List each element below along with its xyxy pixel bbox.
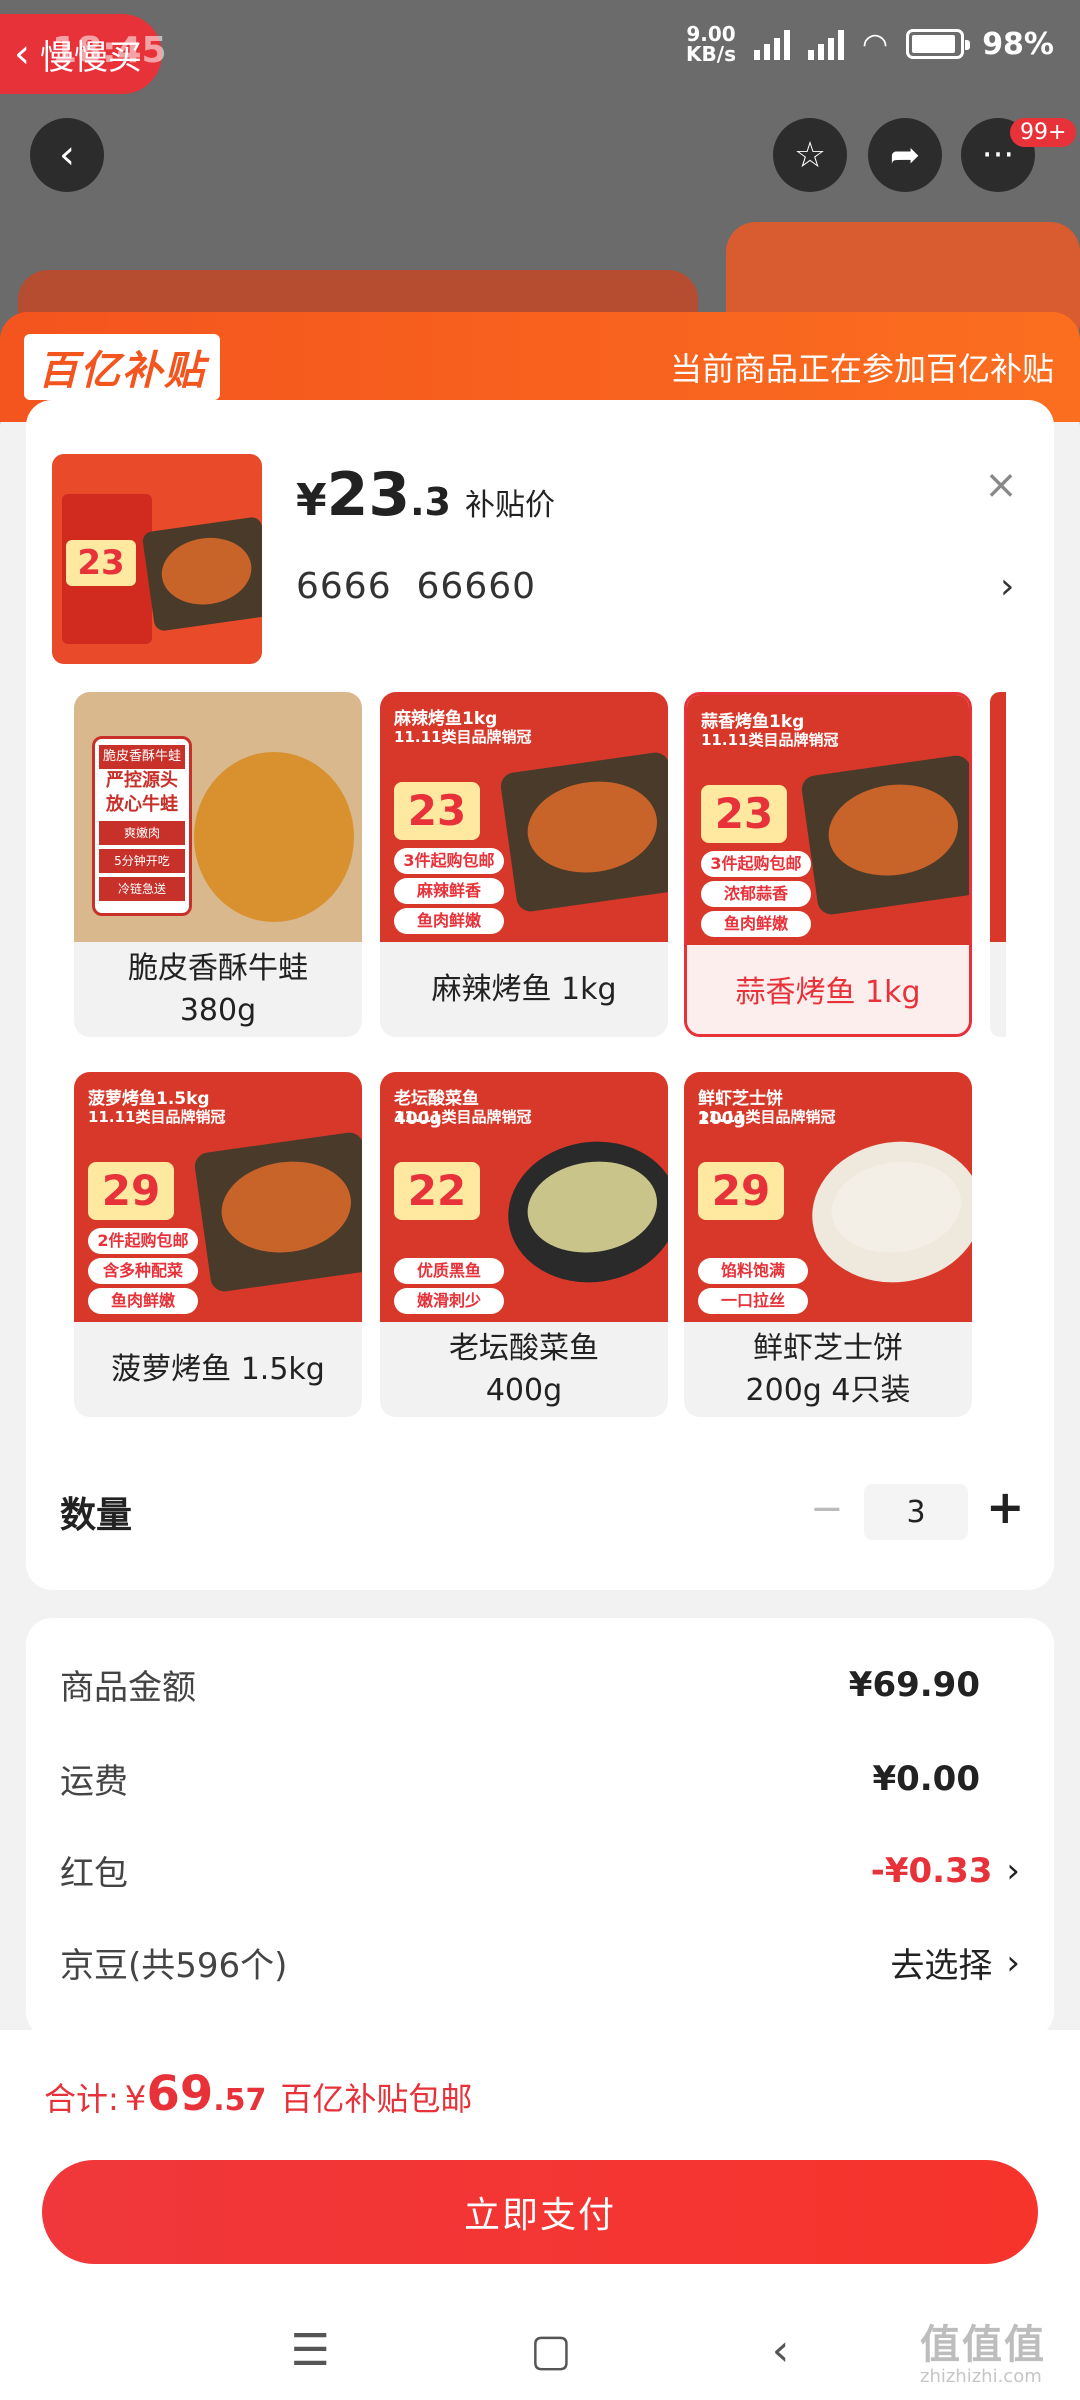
variant-option[interactable]: 鲜虾芝士饼200g 11.11类目品牌销冠 29 馅料饱满 一口拉丝 鲜虾芝士饼… xyxy=(684,1072,972,1417)
share-button[interactable]: ➦ xyxy=(868,118,942,192)
signal-icon xyxy=(808,28,844,60)
total-decimal: .57 xyxy=(213,2083,267,2118)
close-icon: × xyxy=(984,462,1018,508)
quantity-label: 数量 xyxy=(60,1495,133,1536)
wifi-icon: ◠ xyxy=(862,26,889,62)
signal-icon xyxy=(754,28,790,60)
variant-image: 麻辣烤鱼1kg 11.11类目品牌销冠 23 3件起购包邮 麻辣鲜香 鱼肉鲜嫩 xyxy=(380,692,668,942)
variant-label: 蒜香烤鱼 1kg xyxy=(735,974,921,1010)
favorite-button[interactable]: ☆ xyxy=(773,118,847,192)
total-label: 合计: xyxy=(44,2080,119,2118)
subsidy-notice: 当前商品正在参加百亿补贴 xyxy=(669,350,1054,388)
fee-label: 京豆(共596个) xyxy=(60,1946,288,1986)
fee-label: 红包 xyxy=(60,1854,128,1894)
chevron-right-icon: › xyxy=(1006,1942,1020,1983)
variant-option-selected[interactable]: 蒜香烤鱼1kg 11.11类目品牌销冠 23 3件起购包邮 浓郁蒜香 鱼肉鲜嫩 … xyxy=(684,692,972,1037)
variant-label: 菠萝烤鱼 1.5kg xyxy=(111,1351,325,1387)
fee-row-redpacket[interactable]: 红包 -¥0.33 › xyxy=(60,1846,1020,1895)
fee-row-goods: 商品金额 ¥69.90 xyxy=(60,1660,1020,1709)
net-speed: 9.00 KB/s xyxy=(686,22,736,66)
variant-label: 老坛酸菜鱼 400g xyxy=(449,1330,599,1408)
system-nav-bar: ☰ ▢ ‹ xyxy=(0,2300,1080,2400)
more-icon: ··· xyxy=(981,135,1015,175)
watermark-url: zhizhizhi.com xyxy=(920,2366,1042,2387)
fee-row-jingdou[interactable]: 京豆(共596个) 去选择 › xyxy=(60,1938,1020,1987)
price-line: ¥ 23 .3 补贴价 xyxy=(296,460,555,530)
subsidy-logo: 百亿补贴 xyxy=(24,334,220,400)
price-integer: 23 xyxy=(326,460,411,530)
variant-option[interactable]: 脆皮香酥牛蛙 严控源头 放心牛蛙 爽嫩肉 5分钟开吃 冷链急送 脆皮香酥牛蛙 38… xyxy=(74,692,362,1037)
quantity-increase-button[interactable]: + xyxy=(986,1480,1025,1534)
chevron-right-icon[interactable]: › xyxy=(1000,566,1014,607)
fee-label: 运费 xyxy=(60,1762,128,1802)
fee-label: 商品金额 xyxy=(60,1668,196,1708)
quantity-input[interactable]: 3 xyxy=(864,1484,968,1540)
pay-now-button[interactable]: 立即支付 xyxy=(42,2160,1038,2264)
battery-level: 98% xyxy=(982,26,1054,62)
variant-label: 鲜虾芝士饼 200g 4只装 xyxy=(745,1330,911,1408)
total-integer: 69 xyxy=(146,2066,214,2122)
fee-row-shipping: 运费 ¥0.00 xyxy=(60,1754,1020,1803)
status-time: 18:45 xyxy=(52,30,167,71)
chevron-right-icon: › xyxy=(1006,1850,1020,1891)
price-symbol: ¥ xyxy=(296,475,327,526)
close-button[interactable]: × xyxy=(976,460,1026,510)
chevron-left-icon: ‹ xyxy=(14,31,30,77)
message-badge: 99+ xyxy=(1010,118,1077,147)
variant-image: 菠萝烤鱼1.5kg 11.11类目品牌销冠 29 2件起购包邮 含多种配菜 鱼肉… xyxy=(74,1072,362,1322)
thumb-price: 23 xyxy=(66,540,136,586)
fee-value: ¥69.90 xyxy=(848,1664,980,1705)
back-icon[interactable]: ‹ xyxy=(772,2325,790,2376)
status-icons: 9.00 KB/s ◠ 98% xyxy=(686,24,1054,64)
fee-value: -¥0.33 xyxy=(870,1850,993,1891)
back-button[interactable]: ‹ xyxy=(30,118,104,192)
watermark: 值值值 xyxy=(920,2322,1046,2368)
variant-image: 蒜香烤鱼1kg 11.11类目品牌销冠 23 3件起购包邮 浓郁蒜香 鱼肉鲜嫩 xyxy=(687,695,969,945)
price-decimal: .3 xyxy=(410,480,452,524)
total-symbol: ¥ xyxy=(124,2079,147,2119)
variant-option-partial[interactable] xyxy=(990,692,1006,1037)
share-icon: ➦ xyxy=(889,134,921,176)
home-icon[interactable]: ▢ xyxy=(530,2325,572,2376)
total-note: 百亿补贴包邮 xyxy=(280,2080,473,2118)
battery-icon xyxy=(906,29,971,59)
fee-value: 去选择 xyxy=(890,1946,993,1986)
chevron-left-icon: ‹ xyxy=(59,132,75,178)
variant-option[interactable]: 菠萝烤鱼1.5kg 11.11类目品牌销冠 29 2件起购包邮 含多种配菜 鱼肉… xyxy=(74,1072,362,1417)
variant-image: 鲜虾芝士饼200g 11.11类目品牌销冠 29 馅料饱满 一口拉丝 xyxy=(684,1072,972,1322)
star-icon: ☆ xyxy=(793,134,827,176)
variant-image: 老坛酸菜鱼400g 11.11类目品牌销冠 22 优质黑鱼 嫩滑刺少 xyxy=(380,1072,668,1322)
product-thumbnail[interactable]: 23 xyxy=(52,454,262,664)
total-line: 合计: ¥ 69 .57 百亿补贴包邮 xyxy=(44,2066,472,2122)
variant-label: 麻辣烤鱼 1kg xyxy=(431,971,617,1007)
variant-image: 脆皮香酥牛蛙 严控源头 放心牛蛙 爽嫩肉 5分钟开吃 冷链急送 xyxy=(74,692,362,942)
price-tag: 补贴价 xyxy=(465,488,556,523)
menu-icon[interactable]: ☰ xyxy=(291,2325,330,2376)
quantity-decrease-button[interactable]: − xyxy=(810,1486,844,1532)
selected-spec[interactable]: 6666 66660 xyxy=(296,566,536,607)
variant-option[interactable]: 麻辣烤鱼1kg 11.11类目品牌销冠 23 3件起购包邮 麻辣鲜香 鱼肉鲜嫩 … xyxy=(380,692,668,1037)
fee-value: ¥0.00 xyxy=(872,1758,980,1799)
variant-option[interactable]: 老坛酸菜鱼400g 11.11类目品牌销冠 22 优质黑鱼 嫩滑刺少 老坛酸菜鱼… xyxy=(380,1072,668,1417)
variant-label: 脆皮香酥牛蛙 380g xyxy=(128,950,308,1028)
